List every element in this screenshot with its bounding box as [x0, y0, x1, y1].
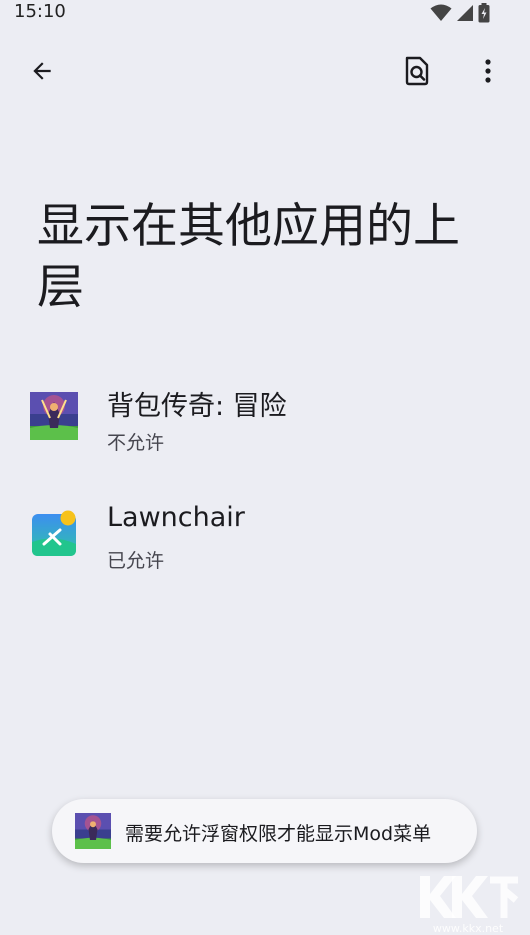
app-permission-status: 不允许: [107, 432, 165, 454]
toast-message: 需要允许浮窗权限才能显示Mod菜单: [52, 799, 477, 863]
wifi-icon: [430, 4, 452, 21]
more-options-button[interactable]: [464, 47, 512, 95]
app-name: Lawnchair: [107, 502, 245, 533]
battery-charging-icon: [478, 3, 490, 23]
game-app-icon: [30, 392, 78, 440]
app-permission-status: 已允许: [107, 550, 165, 572]
search-document-icon: [405, 56, 429, 86]
svg-text:www.kkx.net: www.kkx.net: [433, 922, 504, 934]
lawnchair-app-icon: [32, 510, 76, 556]
more-vert-icon: [485, 59, 491, 83]
app-bar: [0, 44, 530, 100]
toast-text: 需要允许浮窗权限才能显示Mod菜单: [125, 823, 432, 845]
cell-signal-icon: [457, 5, 473, 21]
app-name: 背包传奇: 冒险: [107, 391, 287, 422]
game-app-icon: [75, 813, 111, 849]
arrow-back-icon: [33, 62, 51, 80]
back-button[interactable]: [18, 47, 66, 95]
status-icons: [430, 3, 490, 23]
status-time: 15:10: [14, 1, 66, 22]
app-list-item[interactable]: 背包传奇: 冒险 不允许: [0, 372, 530, 462]
app-list-item[interactable]: Lawnchair 已允许: [0, 490, 530, 580]
search-button[interactable]: [393, 47, 441, 95]
page-title: 显示在其他应用的上层: [37, 199, 460, 315]
watermark-logo: www.kkx.net: [420, 876, 519, 934]
status-bar: 15:10: [0, 0, 530, 26]
